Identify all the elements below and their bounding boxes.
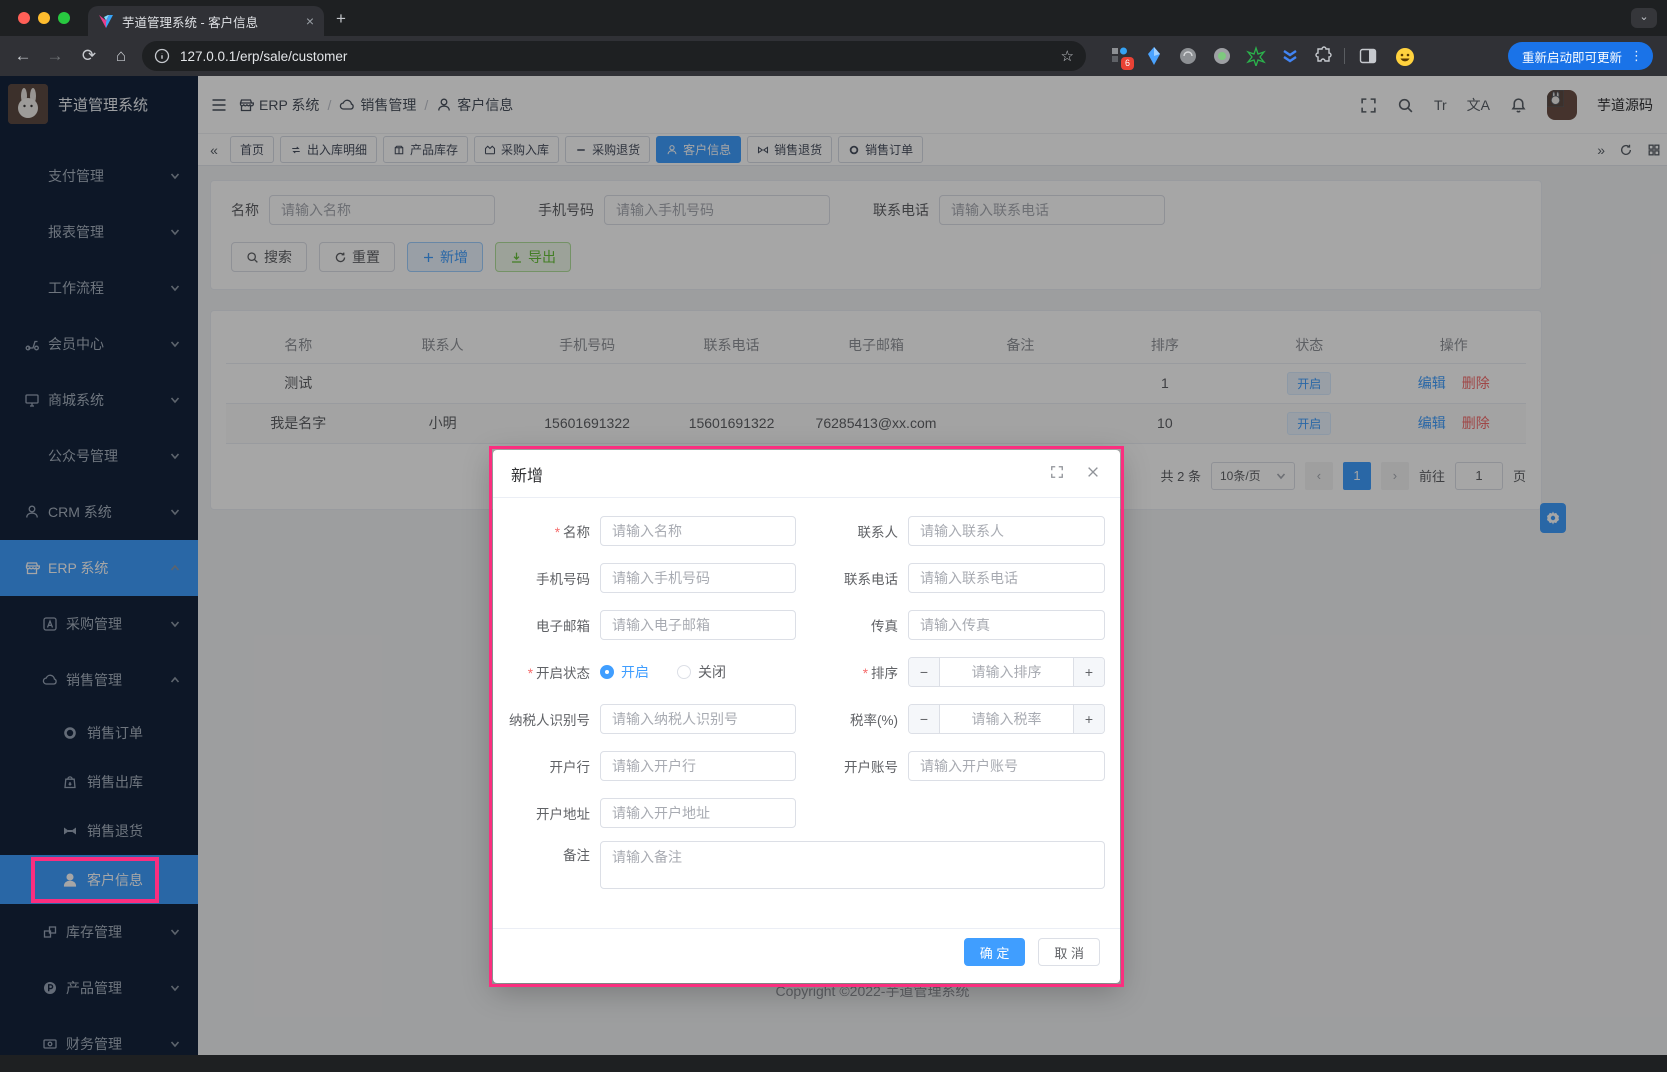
extension-grid-icon[interactable]: 6 xyxy=(1110,46,1130,66)
extension-star-icon[interactable] xyxy=(1246,46,1266,66)
toolbar-divider xyxy=(1344,48,1345,64)
dialog-fullscreen-icon[interactable] xyxy=(1050,465,1064,482)
fax-input[interactable] xyxy=(908,610,1105,640)
profile-emoji-icon[interactable] xyxy=(1394,46,1414,66)
tax-rate-stepper: − + xyxy=(908,704,1105,734)
forward-icon[interactable]: → xyxy=(40,46,70,66)
extension-kite-icon[interactable] xyxy=(1144,46,1164,66)
bank-name-label: 开户行 xyxy=(493,756,600,776)
tax-no-input[interactable] xyxy=(600,704,796,734)
home-icon[interactable]: ⌂ xyxy=(106,46,136,66)
sort-stepper: − + xyxy=(908,657,1105,687)
email-label: 电子邮箱 xyxy=(493,615,600,635)
bank-name-input[interactable] xyxy=(600,751,796,781)
browser-update-button[interactable]: 重新启动即可更新 ⋮ xyxy=(1508,42,1653,70)
decrease-icon[interactable]: − xyxy=(909,705,940,733)
dialog-close-icon[interactable] xyxy=(1086,465,1100,482)
cancel-button[interactable]: 取 消 xyxy=(1038,938,1100,966)
browser-chrome: 芋道管理系统 - 客户信息 × + ⌄ ← → ⟳ ⌂ 127.0.0.1/er… xyxy=(0,0,1667,76)
browser-menu-icon[interactable]: ⋮ xyxy=(1630,48,1643,64)
close-window-button[interactable] xyxy=(18,12,30,24)
site-info-icon[interactable] xyxy=(154,48,170,64)
update-button-label: 重新启动即可更新 xyxy=(1522,47,1622,66)
extensions-puzzle-icon[interactable] xyxy=(1314,46,1334,66)
bank-address-label: 开户地址 xyxy=(493,803,600,823)
extension-chevrons-icon[interactable] xyxy=(1280,46,1300,66)
open-status-label: *开启状态 xyxy=(493,662,600,682)
extension-badge: 6 xyxy=(1121,57,1134,70)
side-panel-icon[interactable] xyxy=(1358,46,1378,66)
favicon-yudao-icon xyxy=(98,13,114,29)
remark-textarea[interactable] xyxy=(600,841,1105,889)
back-icon[interactable]: ← xyxy=(8,46,38,66)
dialog-header: 新增 xyxy=(493,450,1120,498)
dialog-footer: 确 定 取 消 xyxy=(493,928,1120,983)
mobile-input[interactable] xyxy=(600,563,796,593)
tax-rate-label: 税率(%) xyxy=(796,709,908,729)
maximize-window-button[interactable] xyxy=(58,12,70,24)
open-status-radio-group: 开启 关闭 xyxy=(600,662,796,682)
extension-orb-icon[interactable] xyxy=(1178,46,1198,66)
bookmark-star-icon[interactable]: ☆ xyxy=(1061,47,1074,65)
dialog-form: *名称 联系人 手机号码 联系电话 电子邮箱 传真 *开启状态 开启 关闭 *排… xyxy=(493,498,1120,900)
tab-strip: 芋道管理系统 - 客户信息 × + ⌄ xyxy=(0,0,1667,36)
tab-title: 芋道管理系统 - 客户信息 xyxy=(122,12,298,31)
sort-input[interactable] xyxy=(940,658,1073,686)
window-controls xyxy=(18,12,70,24)
name-input[interactable] xyxy=(600,516,796,546)
radio-dot-icon xyxy=(677,665,691,679)
radio-closed[interactable]: 关闭 xyxy=(677,662,726,682)
remark-label: 备注 xyxy=(493,841,600,871)
radio-dot-icon xyxy=(600,665,614,679)
bank-address-input[interactable] xyxy=(600,798,796,828)
dialog-title: 新增 xyxy=(511,462,1028,486)
tax-no-label: 纳税人识别号 xyxy=(493,709,600,729)
telephone-label: 联系电话 xyxy=(796,568,908,588)
minimize-window-button[interactable] xyxy=(38,12,50,24)
decrease-icon[interactable]: − xyxy=(909,658,940,686)
name-label: *名称 xyxy=(493,521,600,541)
reload-icon[interactable]: ⟳ xyxy=(74,46,104,66)
new-tab-button[interactable]: + xyxy=(336,9,346,29)
url-text[interactable]: 127.0.0.1/erp/sale/customer xyxy=(180,49,1061,64)
tab-close-icon[interactable]: × xyxy=(306,13,314,29)
fax-label: 传真 xyxy=(796,615,908,635)
sort-label: *排序 xyxy=(796,662,908,682)
address-bar[interactable]: 127.0.0.1/erp/sale/customer ☆ xyxy=(142,41,1086,71)
browser-toolbar: ← → ⟳ ⌂ 127.0.0.1/erp/sale/customer ☆ 6 xyxy=(0,36,1667,76)
tab-search-icon[interactable]: ⌄ xyxy=(1631,8,1657,28)
browser-tab[interactable]: 芋道管理系统 - 客户信息 × xyxy=(88,6,324,36)
email-input[interactable] xyxy=(600,610,796,640)
bank-account-input[interactable] xyxy=(908,751,1105,781)
radio-open[interactable]: 开启 xyxy=(600,662,649,682)
confirm-button[interactable]: 确 定 xyxy=(964,938,1026,966)
add-customer-dialog: 新增 *名称 联系人 手机号码 联系电话 电子邮箱 传真 *开启状态 xyxy=(493,450,1120,983)
increase-icon[interactable]: + xyxy=(1073,658,1104,686)
tax-rate-input[interactable] xyxy=(940,705,1073,733)
telephone-input[interactable] xyxy=(908,563,1105,593)
contact-label: 联系人 xyxy=(796,521,908,541)
increase-icon[interactable]: + xyxy=(1073,705,1104,733)
contact-input[interactable] xyxy=(908,516,1105,546)
mobile-label: 手机号码 xyxy=(493,568,600,588)
extension-record-icon[interactable] xyxy=(1212,46,1232,66)
bank-account-label: 开户账号 xyxy=(796,756,908,776)
